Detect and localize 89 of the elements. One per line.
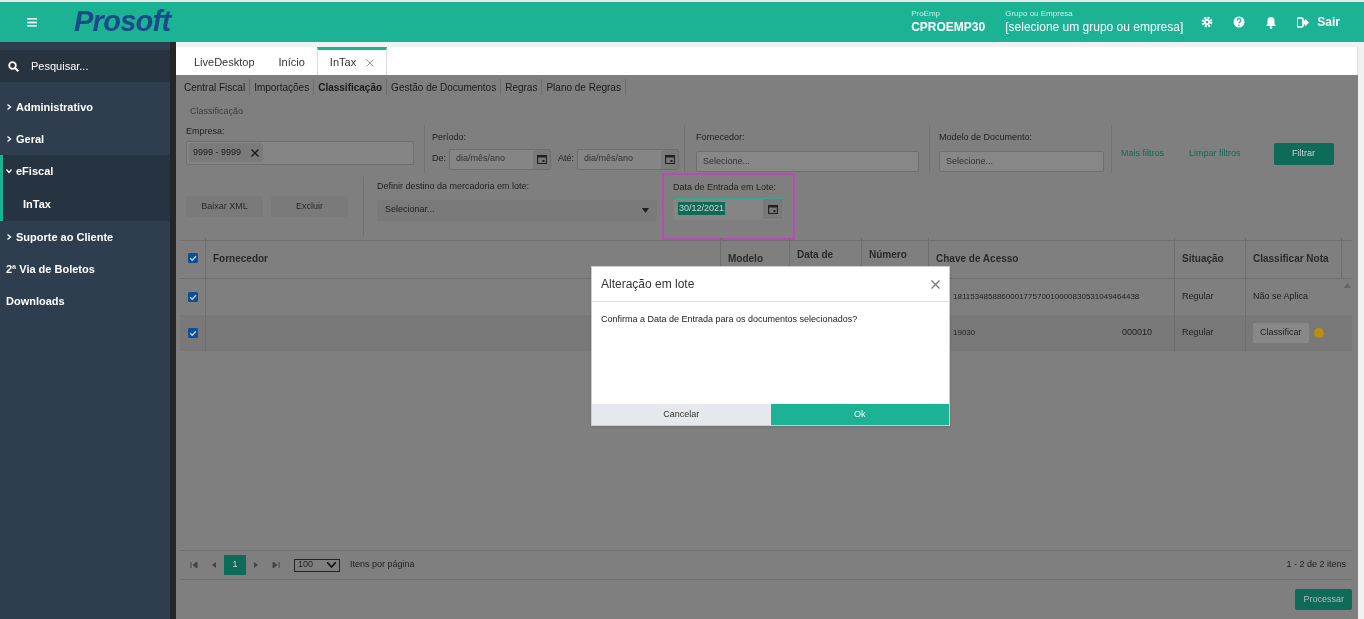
- column-header: Data de: [797, 248, 834, 262]
- table-cell: Não se Aplica: [1253, 290, 1309, 304]
- page-size-label: Itens por página: [350, 558, 415, 572]
- field-label: Modelo de Documento:: [939, 131, 1034, 144]
- column-header: Número: [869, 248, 907, 262]
- scroll-up-icon: [1343, 283, 1351, 288]
- date-picker[interactable]: dia/mês/ano: [449, 148, 551, 170]
- dialog-title: Alteração em lote: [601, 276, 695, 293]
- field-label: De:: [432, 152, 446, 166]
- calendar-icon: [664, 154, 675, 164]
- table-cell: Regular: [1182, 290, 1214, 304]
- field-label: Empresa:: [186, 125, 226, 138]
- subnav-link[interactable]: Importações: [250, 79, 315, 95]
- dialog-message: Confirma a Data de Entrada para os documentos selecionados?: [601, 313, 859, 326]
- sidebar-item[interactable]: Downloads: [0, 285, 170, 317]
- remove-icon: [251, 148, 260, 157]
- column-header: Chave de Acesso: [936, 251, 1019, 266]
- settings-icon: [1201, 16, 1214, 28]
- field-label: Período:: [432, 131, 468, 144]
- company-label: ProEmp: [911, 9, 942, 19]
- checked-checkbox[interactable]: [187, 328, 198, 338]
- process-button[interactable]: Processar: [1295, 589, 1352, 610]
- logout-button[interactable]: Sair: [1297, 13, 1340, 31]
- help-icon: [1233, 16, 1246, 28]
- dropdown-icon: [327, 562, 336, 568]
- field-label: Fornecedor:: [696, 131, 746, 144]
- sidebar-subitem[interactable]: InTax: [3, 187, 170, 221]
- subnav-link[interactable]: Classificação: [314, 79, 388, 95]
- previous-page-icon[interactable]: [210, 561, 218, 569]
- sidebar-item[interactable]: Geral: [0, 123, 170, 155]
- table-cell: 000010: [1121, 326, 1152, 340]
- bell-icon: [1265, 15, 1278, 29]
- action-button[interactable]: Baixar XML: [186, 196, 263, 217]
- subnav-link[interactable]: Plano de Regras: [542, 79, 626, 95]
- cancel-button[interactable]: Cancelar: [592, 404, 771, 425]
- date-field[interactable]: 30/12/2021: [673, 197, 784, 220]
- menu-button[interactable]: ≡: [0, 7, 64, 37]
- sidebar-item[interactable]: Administrativo: [0, 91, 170, 123]
- checked-checkbox[interactable]: [187, 253, 198, 263]
- input-field[interactable]: Selecione...: [696, 150, 919, 172]
- classify-button[interactable]: Classificar: [1253, 323, 1309, 343]
- breadcrumb: Classificação: [190, 105, 245, 118]
- subnav-link[interactable]: Central Fiscal: [180, 79, 251, 95]
- calendar-icon: [536, 154, 547, 164]
- company-name: CPROEMP30: [911, 19, 986, 35]
- table-cell: 181153485886000177570010000830531049464438: [953, 291, 1140, 303]
- ok-button[interactable]: Ok: [770, 404, 949, 425]
- field-label: Data de Entrada em Lote:: [673, 181, 778, 194]
- last-page-icon[interactable]: [272, 561, 280, 569]
- search-bar[interactable]: Pesquisar...: [0, 50, 170, 82]
- checked-checkbox[interactable]: [187, 292, 198, 302]
- sidebar-item[interactable]: eFiscal: [3, 155, 170, 187]
- sidebar-item[interactable]: Suporte ao Cliente: [0, 221, 170, 253]
- table-cell: 19030: [953, 327, 976, 339]
- table-cell: Regular: [1182, 326, 1214, 340]
- field-label: Até:: [558, 152, 575, 166]
- company-field[interactable]: 9999 - 9999: [186, 140, 414, 165]
- first-page-icon[interactable]: [190, 561, 198, 569]
- field-label: Definir destino da mercadoria em lote:: [377, 180, 531, 193]
- action-button[interactable]: Excluir: [271, 196, 348, 217]
- close-icon[interactable]: [931, 279, 940, 289]
- destination-select[interactable]: Selecionar...: [377, 199, 657, 221]
- logout-icon: [1297, 16, 1310, 28]
- company-tag: 9999 - 9999: [189, 143, 264, 162]
- subnav-link[interactable]: Gestão de Documentos: [387, 79, 502, 95]
- calendar-icon: [768, 203, 778, 214]
- search-icon: [8, 60, 19, 72]
- group-selector[interactable]: [selecione um grupo ou empresa]: [1005, 19, 1184, 35]
- date-input[interactable]: dia/mês/ano: [450, 149, 533, 169]
- tab[interactable]: Início: [266, 47, 317, 75]
- group-label: Grupo ou Empresa: [1005, 9, 1074, 19]
- column-header: Classificar Nota: [1253, 251, 1329, 266]
- filter-button[interactable]: Filtrar: [1273, 143, 1334, 165]
- dropdown-icon: [642, 207, 649, 213]
- tab[interactable]: LiveDesktop: [182, 47, 267, 75]
- column-header: Modelo: [728, 251, 763, 266]
- date-picker[interactable]: dia/mês/ano: [577, 148, 680, 170]
- page-size-select[interactable]: 100: [294, 558, 340, 572]
- pager-summary: 1 - 2 de 2 itens: [1286, 558, 1346, 572]
- page-button[interactable]: 1: [224, 555, 246, 575]
- input-field[interactable]: Selecione...: [939, 150, 1104, 172]
- next-page-icon[interactable]: [252, 561, 260, 569]
- logo: Prosoft: [74, 4, 171, 40]
- sidebar-item[interactable]: 2ª Via de Boletos: [0, 253, 170, 285]
- subnav-link[interactable]: Regras: [501, 79, 543, 95]
- column-header: Fornecedor: [213, 251, 268, 266]
- date-input[interactable]: dia/mês/ano: [578, 149, 662, 169]
- column-header: Situação: [1182, 251, 1224, 266]
- search-field[interactable]: Pesquisar...: [31, 57, 151, 75]
